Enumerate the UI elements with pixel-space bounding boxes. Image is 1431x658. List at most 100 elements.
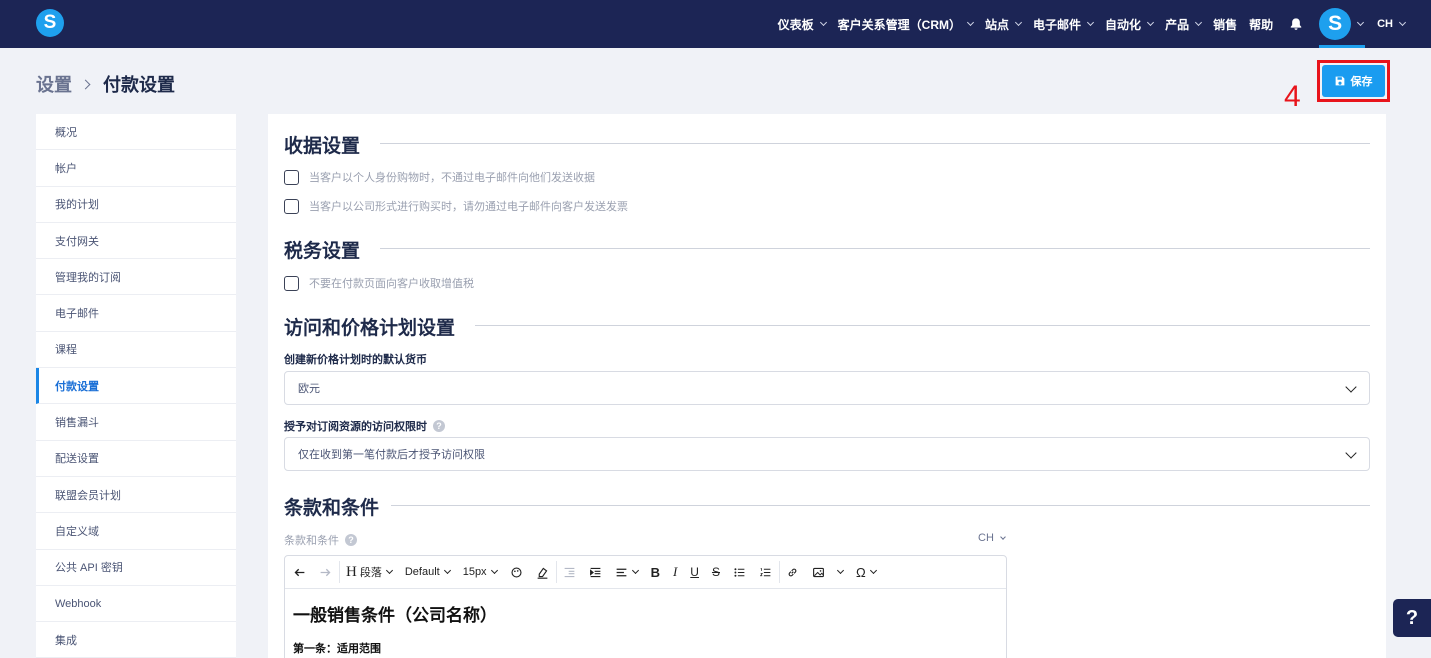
tax-settings-title: 税务设置 <box>284 241 361 262</box>
sidebar-item-email[interactable]: 电子邮件 <box>36 295 236 332</box>
italic-icon[interactable]: I <box>673 564 677 580</box>
terms-rich-text-editor[interactable]: H 段落 Default 15px B I U S Ω 一般销售条件（公司名称） … <box>284 555 1007 658</box>
sidebar-item-payment-settings[interactable]: 付款设置 <box>36 368 236 405</box>
chevron-down-icon <box>385 566 393 575</box>
bold-icon[interactable]: B <box>651 565 660 580</box>
sidebar-item-webhook[interactable]: Webhook <box>36 586 236 623</box>
nav-help-label: 帮助 <box>1249 17 1274 32</box>
notification-bell-icon[interactable] <box>1289 17 1303 31</box>
sidebar-item-courses[interactable]: 课程 <box>36 332 236 369</box>
chevron-down-icon <box>443 566 451 575</box>
font-size-label: 15px <box>462 566 487 578</box>
nav-sales[interactable]: 销售 <box>1213 16 1237 33</box>
bulleted-list-icon[interactable] <box>733 566 746 579</box>
nav-automation[interactable]: 自动化 <box>1105 16 1155 33</box>
section-divider <box>380 143 1370 144</box>
save-button[interactable]: 保存 <box>1322 65 1385 97</box>
terms-title: 条款和条件 <box>284 498 380 519</box>
sidebar-item-api-keys[interactable]: 公共 API 密钥 <box>36 550 236 586</box>
checkbox[interactable] <box>284 198 299 214</box>
access-grant-label-text: 授予对订阅资源的访问权限时 <box>284 421 427 433</box>
section-divider <box>391 505 1370 506</box>
active-underline <box>1319 45 1366 48</box>
nav-sites[interactable]: 站点 <box>985 16 1023 33</box>
checkbox[interactable] <box>284 275 299 291</box>
align-dropdown[interactable] <box>615 566 639 579</box>
numbered-list-icon[interactable] <box>759 566 772 579</box>
checkbox[interactable] <box>284 169 299 185</box>
text-color-icon[interactable] <box>510 566 523 579</box>
terms-language-label: CH <box>978 532 994 544</box>
toolbar-divider <box>555 561 557 583</box>
special-character-dropdown[interactable]: Ω <box>856 565 877 580</box>
tax-option-vat[interactable]: 不要在付款页面向客户收取增值税 <box>284 275 474 291</box>
help-icon[interactable]: ? <box>345 534 357 546</box>
chevron-down-icon <box>1000 533 1006 540</box>
breadcrumb-settings-link[interactable]: 设置 <box>36 71 72 97</box>
app-logo[interactable]: S <box>36 9 64 37</box>
editor-content[interactable]: 一般销售条件（公司名称） 第一条：适用范围 <box>285 589 1006 658</box>
main-nav: 仪表板 客户关系管理（CRM） 站点 电子邮件 自动化 产品 销售 帮助 S C… <box>778 0 1431 48</box>
nav-help[interactable]: 帮助 <box>1249 16 1273 33</box>
sidebar-item-shipping[interactable]: 配送设置 <box>36 441 236 477</box>
page-title: 付款设置 <box>103 75 175 95</box>
strikethrough-icon[interactable]: S <box>712 565 720 579</box>
chevron-down-icon <box>1398 18 1407 27</box>
default-currency-select[interactable]: 欧元 <box>284 371 1370 405</box>
nav-crm[interactable]: 客户关系管理（CRM） <box>838 16 975 33</box>
nav-dashboard[interactable]: 仪表板 <box>777 16 827 33</box>
receipt-option-company[interactable]: 当客户以公司形式进行购买时，请勿通过电子邮件向客户发送发票 <box>284 198 628 214</box>
image-icon[interactable] <box>812 566 825 579</box>
nav-email[interactable]: 电子邮件 <box>1033 16 1095 33</box>
sidebar-item-custom-domain[interactable]: 自定义域 <box>36 513 236 550</box>
chevron-right-icon <box>80 79 91 89</box>
receipt-option-individual[interactable]: 当客户以个人身份购物时，不通过电子邮件向他们发送收据 <box>284 169 595 185</box>
section-divider <box>475 325 1370 326</box>
access-grant-value: 仅在收到第一笔付款后才授予访问权限 <box>298 449 485 461</box>
sidebar-item-my-plan[interactable]: 我的计划 <box>36 187 236 223</box>
chevron-down-icon <box>1014 18 1023 27</box>
font-size-dropdown[interactable]: 15px <box>462 566 498 578</box>
nav-dashboard-label: 仪表板 <box>777 17 814 32</box>
more-insert-dropdown[interactable] <box>836 566 845 575</box>
chevron-down-icon <box>869 566 877 575</box>
terms-field-label-text: 条款和条件 <box>284 535 339 547</box>
redo-icon[interactable] <box>319 566 332 579</box>
language-switcher[interactable]: CH <box>1377 18 1407 30</box>
nav-products[interactable]: 产品 <box>1165 16 1203 33</box>
underline-icon[interactable]: U <box>690 565 699 579</box>
help-icon[interactable]: ? <box>433 420 445 432</box>
step-number-annotation: 4 <box>1284 80 1301 113</box>
sidebar-item-payment-gateway[interactable]: 支付网关 <box>36 223 236 260</box>
outdent-icon[interactable] <box>563 566 576 579</box>
access-grant-select[interactable]: 仅在收到第一笔付款后才授予访问权限 <box>284 437 1370 471</box>
default-currency-label: 创建新价格计划时的默认货币 <box>284 354 427 366</box>
chevron-down-icon <box>966 18 975 27</box>
sidebar-item-manage-subscription[interactable]: 管理我的订阅 <box>36 259 236 296</box>
font-family-dropdown[interactable]: Default <box>404 566 451 578</box>
terms-language-switcher[interactable]: CH <box>978 532 1006 544</box>
help-button[interactable]: ? <box>1393 599 1431 637</box>
chevron-down-icon <box>1087 18 1095 27</box>
sidebar-item-account[interactable]: 帐户 <box>36 150 236 187</box>
highlight-color-icon[interactable] <box>536 566 549 579</box>
link-icon[interactable] <box>786 566 799 579</box>
user-menu[interactable]: S <box>1319 0 1366 48</box>
undo-icon[interactable] <box>293 566 306 579</box>
sidebar-item-overview[interactable]: 概况 <box>36 114 236 151</box>
document-heading: 一般销售条件（公司名称） <box>293 606 497 625</box>
chevron-down-icon <box>836 566 845 575</box>
receipt-settings-title: 收据设置 <box>284 136 361 157</box>
indent-icon[interactable] <box>589 566 602 579</box>
paragraph-format-dropdown[interactable]: H 段落 <box>346 564 393 581</box>
font-family-label: Default <box>404 566 440 578</box>
section-divider <box>380 248 1370 249</box>
document-subheading: 第一条：适用范围 <box>293 643 381 655</box>
checkbox-label: 当客户以个人身份购物时，不通过电子邮件向他们发送收据 <box>309 172 595 184</box>
toolbar-divider <box>339 561 340 583</box>
sidebar-item-affiliate[interactable]: 联盟会员计划 <box>36 477 236 514</box>
toolbar-divider <box>778 561 780 583</box>
payment-settings-card: 收据设置 当客户以个人身份购物时，不通过电子邮件向他们发送收据 当客户以公司形式… <box>268 114 1386 658</box>
sidebar-item-sales-funnel[interactable]: 销售漏斗 <box>36 404 236 441</box>
sidebar-item-integrations[interactable]: 集成 <box>36 622 236 658</box>
